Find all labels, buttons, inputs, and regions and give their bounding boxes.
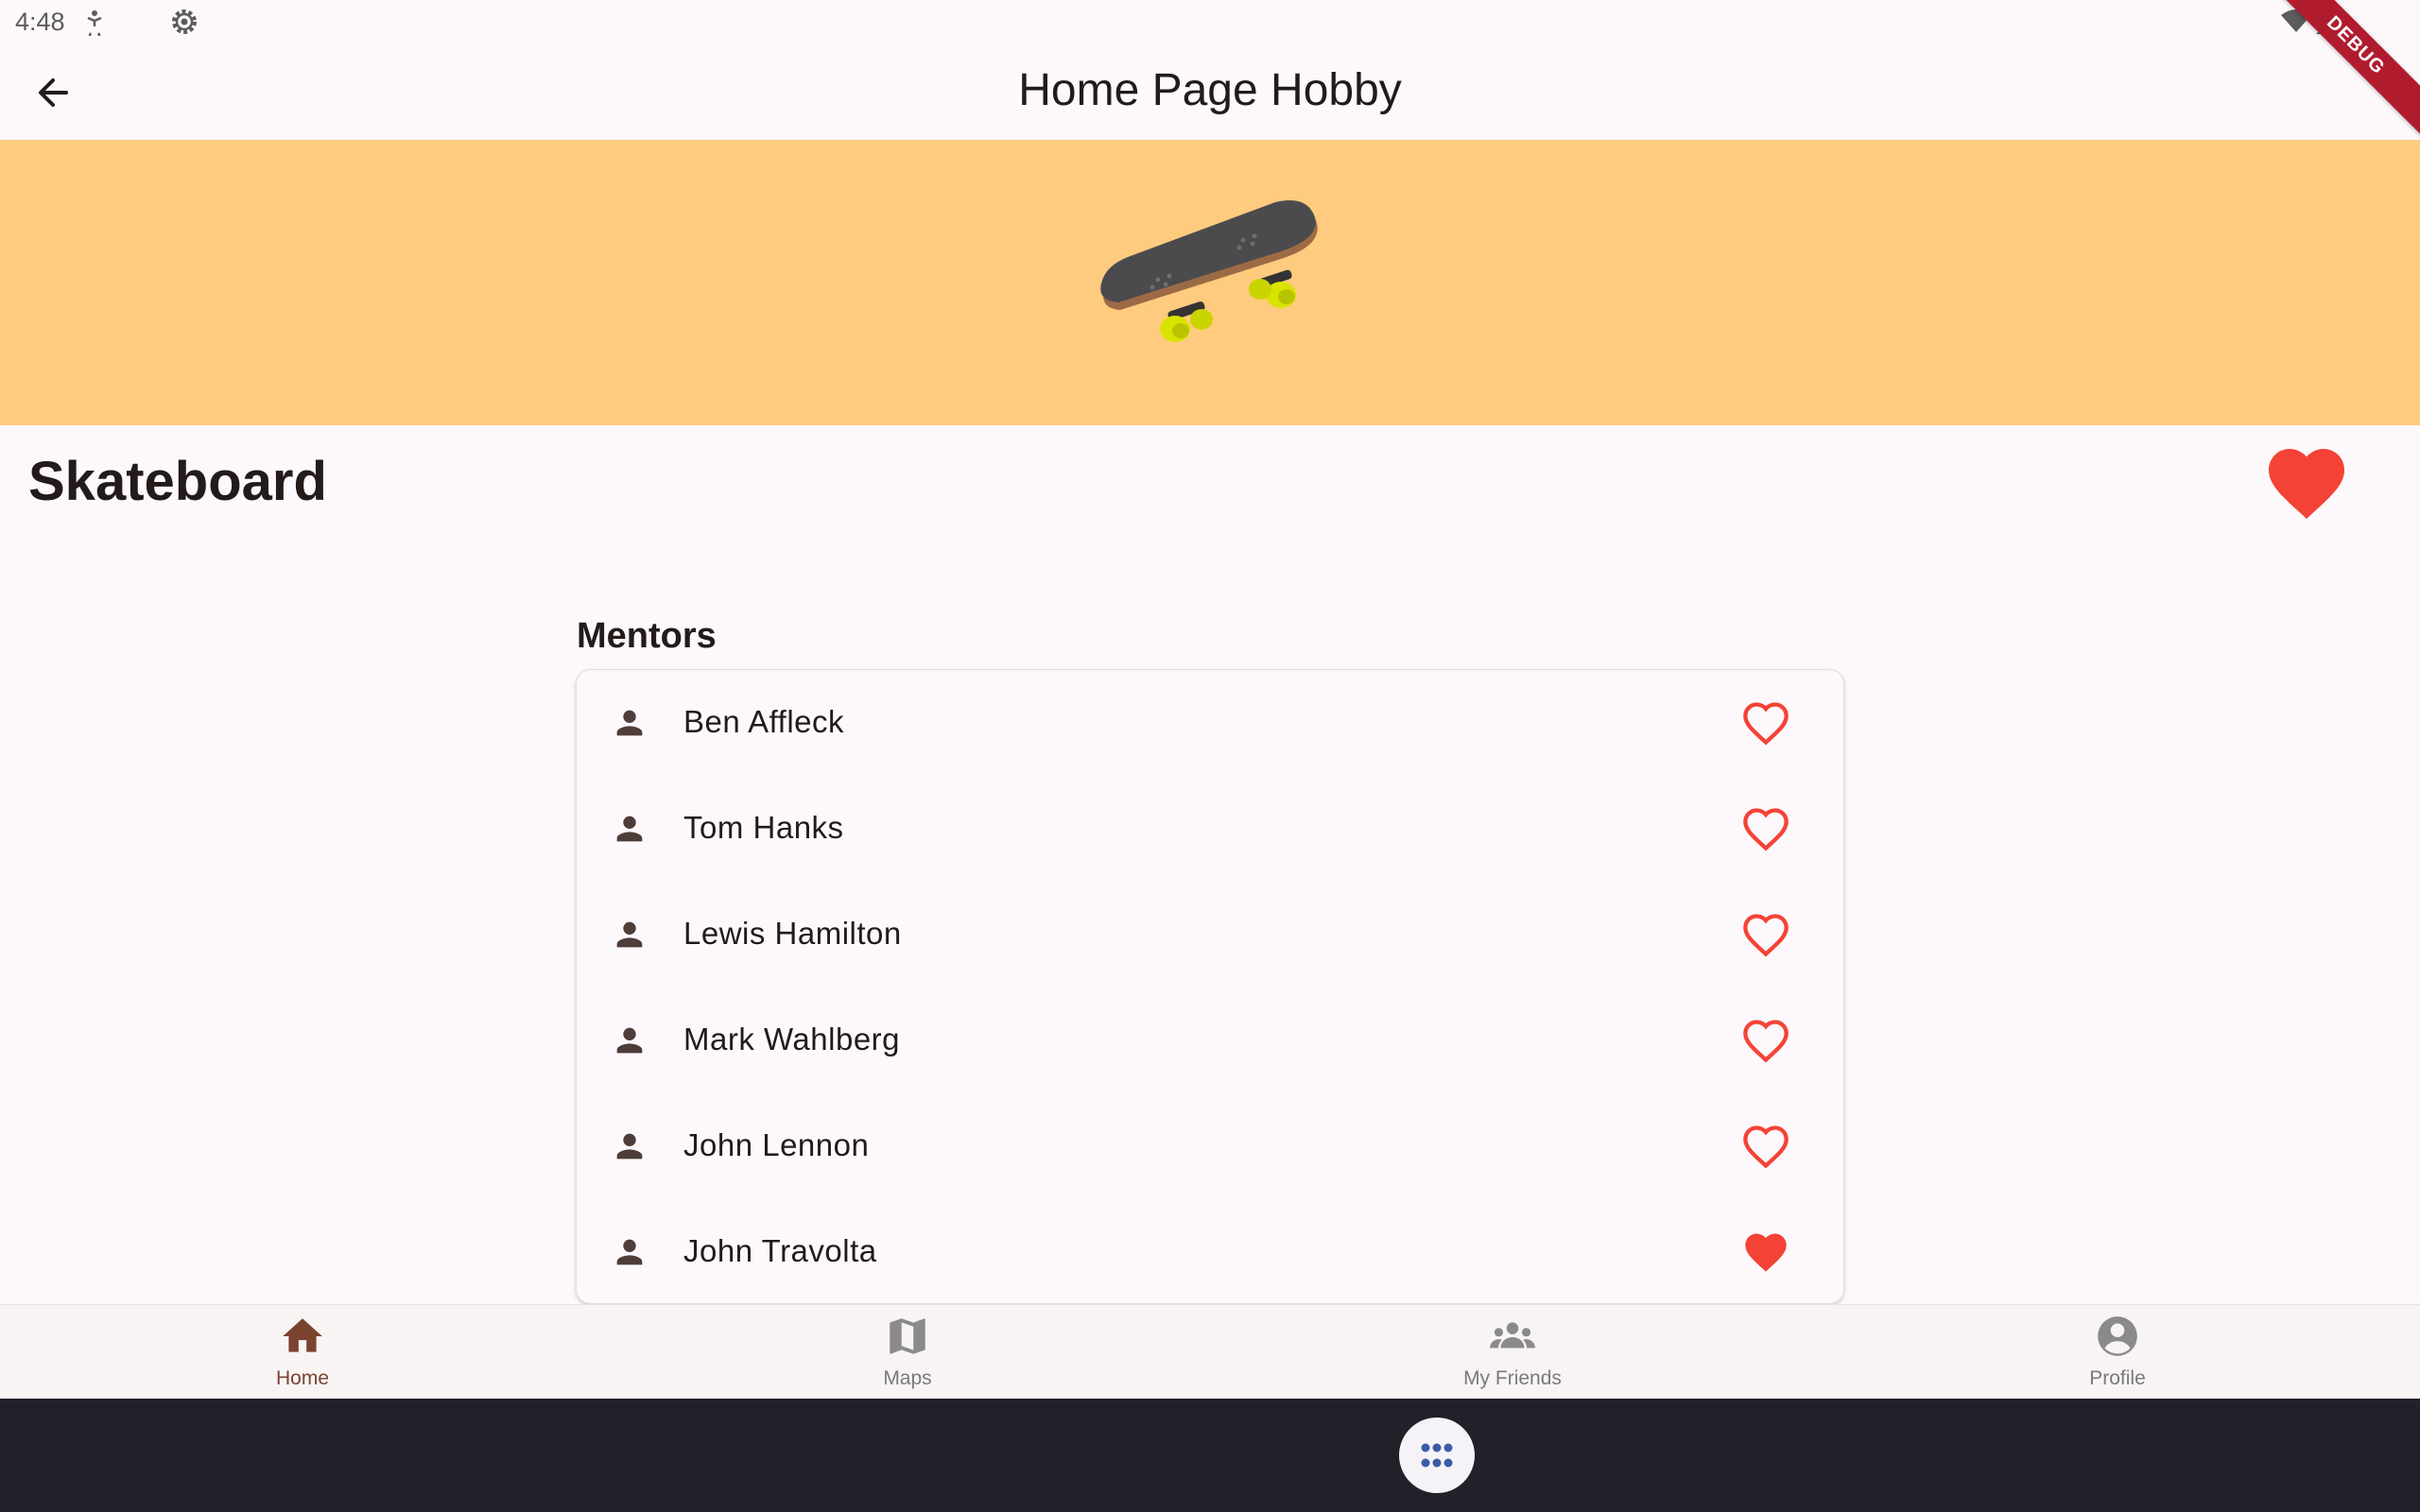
nav-maps-label: Maps <box>883 1367 932 1389</box>
mentor-row[interactable]: Ben Affleck <box>577 670 1843 776</box>
mentor-name: John Travolta <box>683 1233 877 1268</box>
nav-profile-label: Profile <box>2089 1367 2146 1389</box>
heart-filled-icon <box>1745 1233 1787 1272</box>
nav-profile[interactable]: Profile <box>1815 1305 2420 1400</box>
heart-outline-icon <box>1743 1125 1789 1169</box>
mentor-name: John Lennon <box>683 1127 870 1162</box>
person-icon <box>616 1027 643 1054</box>
mentor-favorite-button[interactable] <box>1741 804 1790 853</box>
mentors-heading: Mentors <box>577 616 717 656</box>
mentor-favorite-button[interactable] <box>1741 698 1790 747</box>
person-icon <box>616 816 643 842</box>
home-icon <box>283 1318 322 1352</box>
mentor-favorite-button[interactable] <box>1741 1228 1790 1277</box>
mentor-name: Tom Hanks <box>683 810 844 845</box>
account-circle-icon <box>2098 1316 2137 1356</box>
nav-my-friends-label: My Friends <box>1463 1367 1562 1389</box>
mentor-name: Lewis Hamilton <box>683 916 902 951</box>
mentor-name: Ben Affleck <box>683 704 845 739</box>
app-launcher-button[interactable] <box>1399 1418 1475 1493</box>
person-icon <box>616 1133 643 1160</box>
mentor-row[interactable]: Tom Hanks <box>577 776 1843 882</box>
mentor-row[interactable]: John Lennon <box>577 1093 1843 1199</box>
mentor-row[interactable]: Lewis Hamilton <box>577 882 1843 988</box>
mentor-name: Mark Wahlberg <box>683 1022 901 1057</box>
app-grid-icon <box>1421 1443 1453 1468</box>
nav-maps[interactable]: Maps <box>605 1305 1210 1400</box>
bottom-navigation: Home Maps My Friends Profile <box>0 1304 2420 1399</box>
person-icon <box>616 921 643 948</box>
mentor-row[interactable]: John Travolta <box>577 1199 1843 1303</box>
settings-gear-icon <box>168 6 200 38</box>
heart-outline-icon <box>1743 1020 1789 1063</box>
group-icon <box>1490 1322 1535 1349</box>
nav-my-friends[interactable]: My Friends <box>1210 1305 1815 1400</box>
person-icon <box>616 710 643 736</box>
hobby-title: Skateboard <box>28 451 327 512</box>
app-bar: Home Page Hobby <box>0 45 2420 140</box>
mentor-row[interactable]: Mark Wahlberg <box>577 988 1843 1093</box>
mentor-favorite-button[interactable] <box>1741 1122 1790 1171</box>
system-navigation-bar <box>0 1399 2420 1512</box>
mentor-favorite-button[interactable] <box>1741 1016 1790 1065</box>
heart-outline-icon <box>1743 702 1789 746</box>
mentor-favorite-button[interactable] <box>1741 910 1790 959</box>
accessibility-icon <box>83 8 106 36</box>
heart-outline-icon <box>1743 808 1789 851</box>
skateboard-image <box>1092 197 1328 371</box>
status-bar: 4:48 <box>0 0 2420 45</box>
nav-home[interactable]: Home <box>0 1305 605 1400</box>
status-time: 4:48 <box>15 8 65 36</box>
hobby-favorite-button[interactable] <box>2261 437 2352 522</box>
nav-home-label: Home <box>275 1367 330 1389</box>
map-icon <box>890 1318 925 1354</box>
mentors-list: Ben Affleck Tom Hanks Lewis Hamilton Mark W… <box>576 669 1844 1304</box>
heart-outline-icon <box>1743 914 1789 957</box>
page-title: Home Page Hobby <box>1018 65 1402 115</box>
hobby-banner <box>0 140 2420 425</box>
person-icon <box>616 1239 643 1265</box>
heart-filled-icon <box>2269 449 2344 519</box>
